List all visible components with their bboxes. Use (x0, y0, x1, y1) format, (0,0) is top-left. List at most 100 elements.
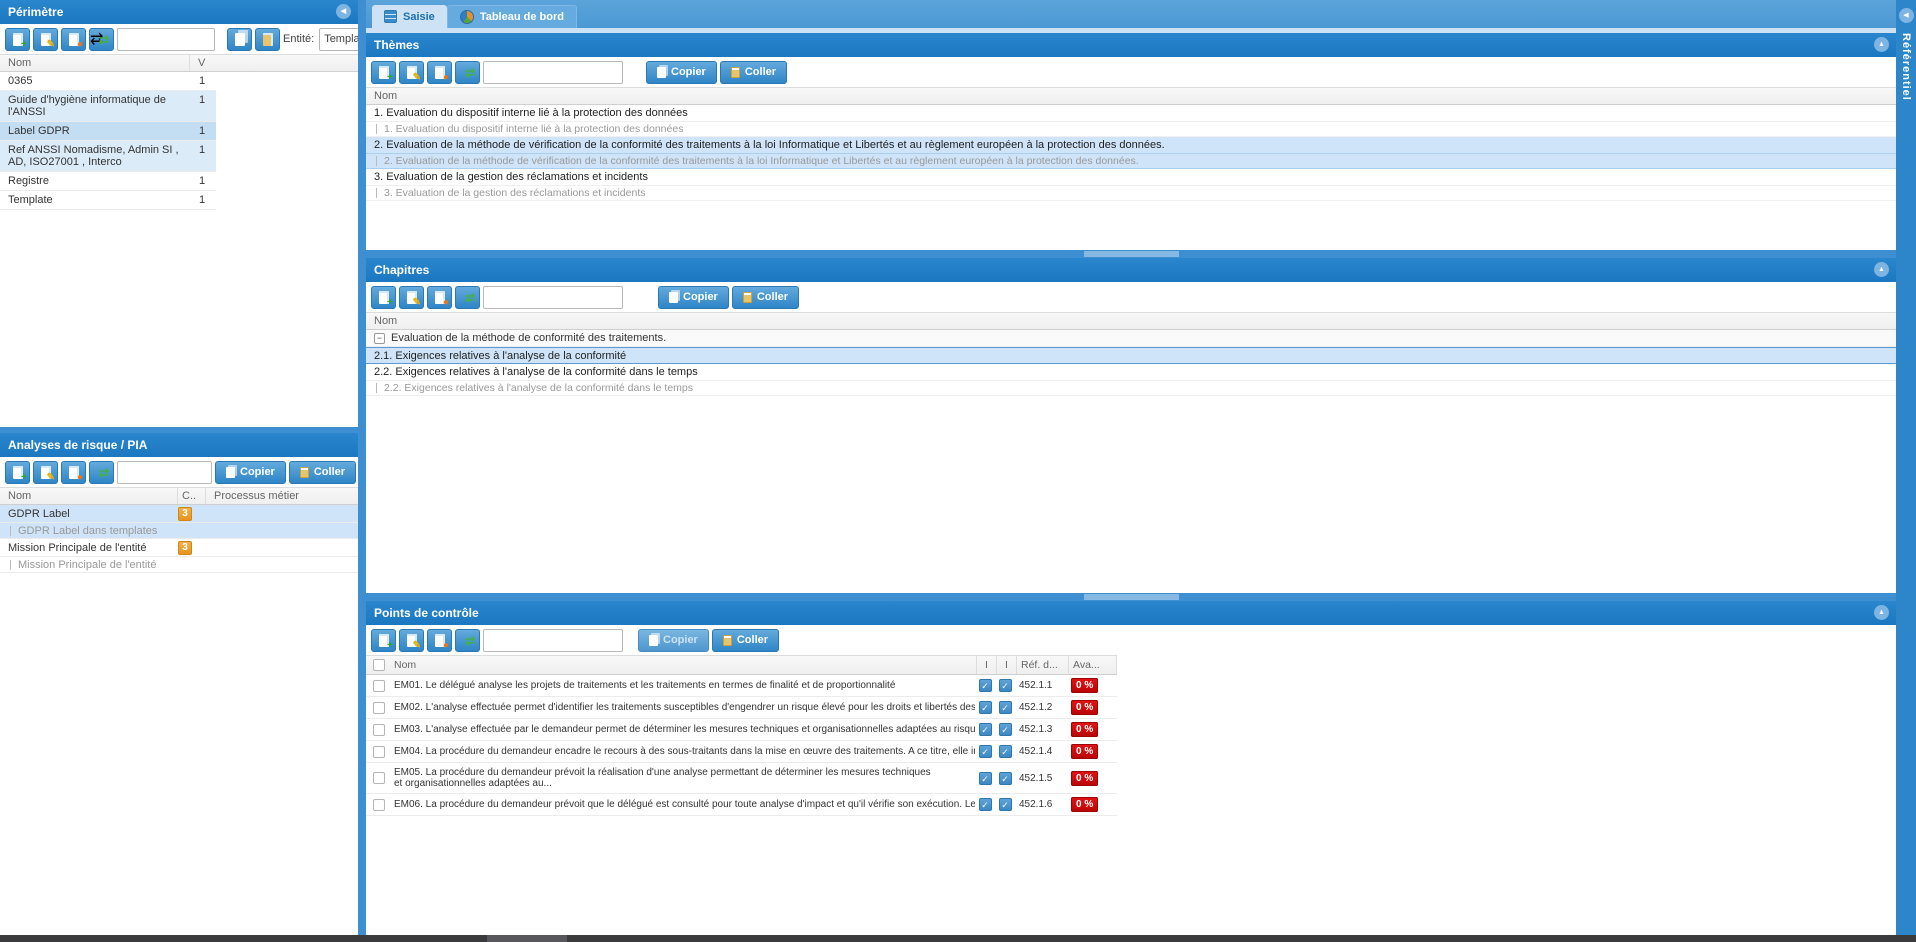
refresh-icon[interactable] (89, 461, 114, 484)
checked-checkbox-icon[interactable] (979, 745, 992, 758)
coller-button[interactable]: Coller (720, 61, 787, 84)
collapse-panel-icon[interactable] (1874, 605, 1889, 620)
checked-checkbox-icon[interactable] (979, 798, 992, 811)
table-row[interactable]: EM01. Le délégué analyse les projets de … (366, 675, 1117, 697)
horizontal-splitter[interactable] (366, 250, 1896, 258)
edit-icon[interactable]: ✎ (399, 629, 424, 652)
delete-icon[interactable]: ● (61, 461, 86, 484)
table-row[interactable]: EM05. La procédure du demandeur prévoit … (366, 763, 1117, 794)
table-row-selected[interactable]: GDPR Label 3 (0, 505, 358, 523)
scrollbar-thumb[interactable] (487, 935, 567, 942)
collapse-panel-icon[interactable] (1874, 37, 1889, 52)
list-item-selected[interactable]: 2.1. Exigences relatives à l'analyse de … (366, 347, 1896, 364)
list-item[interactable]: 2.2. Exigences relatives à l'analyse de … (366, 364, 1896, 381)
edit-icon[interactable]: ✎ (399, 286, 424, 309)
row-checkbox[interactable] (373, 746, 385, 758)
table-subrow[interactable]: GDPR Label dans templates (0, 523, 358, 539)
coller-button[interactable]: Coller (732, 286, 799, 309)
copier-button[interactable]: Copier (658, 286, 729, 309)
checked-checkbox-icon[interactable] (999, 745, 1012, 758)
entity-select[interactable]: Template RGPD (319, 28, 358, 51)
list-item[interactable]: 1. Evaluation du dispositif interne lié … (366, 105, 1896, 122)
add-icon[interactable]: + (5, 461, 30, 484)
vertical-splitter[interactable] (358, 0, 366, 935)
refresh-icon[interactable] (455, 629, 480, 652)
group-row[interactable]: − Evaluation de la méthode de conformité… (366, 330, 1896, 347)
refresh-icon[interactable] (455, 61, 480, 84)
copier-button[interactable]: Copier (646, 61, 717, 84)
table-row[interactable]: Guide d'hygiène informatique de l'ANSSI1 (0, 91, 216, 122)
copier-button[interactable]: Copier (215, 461, 286, 484)
collapse-group-icon[interactable]: − (374, 333, 385, 344)
delete-icon[interactable]: ● (427, 629, 452, 652)
column-header-nom[interactable]: Nom (366, 315, 397, 327)
checked-checkbox-icon[interactable] (979, 701, 992, 714)
column-header-v[interactable]: V (190, 57, 205, 69)
refresh-icon[interactable] (455, 286, 480, 309)
column-header-i1[interactable]: I (977, 656, 997, 674)
edit-icon[interactable]: ✎ (33, 461, 58, 484)
table-row[interactable]: Registre1 (0, 172, 216, 191)
horizontal-scrollbar[interactable] (0, 935, 1916, 942)
splitter-handle[interactable] (1084, 251, 1179, 257)
row-checkbox[interactable] (373, 724, 385, 736)
referentiel-collapsed-panel[interactable]: Référentiel (1896, 0, 1916, 935)
list-subitem-selected[interactable]: 2. Evaluation de la méthode de vérificat… (366, 154, 1896, 169)
column-header-nom[interactable]: Nom (0, 488, 178, 504)
column-header-avancement[interactable]: Ava... (1069, 656, 1117, 674)
add-icon[interactable]: + (5, 28, 30, 51)
checked-checkbox-icon[interactable] (979, 772, 992, 785)
tab-saisie[interactable]: Saisie (372, 5, 447, 28)
list-item[interactable]: 3. Evaluation de la gestion des réclamat… (366, 169, 1896, 186)
perimetre-filter-input[interactable] (117, 28, 215, 51)
chapitres-filter-input[interactable] (483, 286, 623, 309)
coller-button[interactable]: Coller (289, 461, 356, 484)
edit-icon[interactable]: ✎ (399, 61, 424, 84)
paste-icon[interactable] (255, 28, 280, 51)
table-row[interactable]: EM03. L'analyse effectuée par le demande… (366, 719, 1117, 741)
row-checkbox[interactable] (373, 680, 385, 692)
splitter-handle[interactable] (1084, 594, 1179, 600)
points-filter-input[interactable] (483, 629, 623, 652)
delete-icon[interactable]: ● (427, 61, 452, 84)
column-header-c[interactable]: C.. (178, 488, 206, 504)
row-checkbox[interactable] (373, 799, 385, 811)
coller-button[interactable]: Coller (712, 629, 779, 652)
delete-icon[interactable]: ● (61, 28, 86, 51)
table-row[interactable]: 03651 (0, 72, 216, 91)
add-icon[interactable]: + (371, 286, 396, 309)
themes-filter-input[interactable] (483, 61, 623, 84)
column-header-processus[interactable]: Processus métier (206, 490, 299, 502)
tab-tableau-de-bord[interactable]: Tableau de bord (447, 5, 577, 28)
checked-checkbox-icon[interactable] (999, 798, 1012, 811)
collapse-left-panel-icon[interactable] (336, 4, 351, 19)
column-header-i2[interactable]: I (997, 656, 1017, 674)
table-row-selected[interactable]: Label GDPR1 (0, 122, 216, 141)
copy-icon[interactable] (227, 28, 252, 51)
table-row[interactable]: EM06. La procédure du demandeur prévoit … (366, 794, 1117, 816)
copier-button-disabled[interactable]: Copier (638, 629, 709, 652)
list-subitem[interactable]: 1. Evaluation du dispositif interne lié … (366, 122, 1896, 137)
expand-referentiel-icon[interactable] (1899, 8, 1914, 23)
collapse-panel-icon[interactable] (1874, 262, 1889, 277)
edit-icon[interactable]: ✎ (33, 28, 58, 51)
checked-checkbox-icon[interactable] (999, 701, 1012, 714)
checked-checkbox-icon[interactable] (979, 723, 992, 736)
add-icon[interactable]: + (371, 629, 396, 652)
refresh-icon[interactable] (89, 28, 114, 51)
column-header-ref[interactable]: Réf. d... (1017, 656, 1069, 674)
add-icon[interactable]: + (371, 61, 396, 84)
horizontal-splitter[interactable] (366, 593, 1896, 601)
list-item-selected[interactable]: 2. Evaluation de la méthode de vérificat… (366, 137, 1896, 154)
row-checkbox[interactable] (373, 772, 385, 784)
checked-checkbox-icon[interactable] (999, 679, 1012, 692)
table-row[interactable]: Template1 (0, 191, 216, 210)
table-row[interactable]: Ref ANSSI Nomadisme, Admin SI , AD, ISO2… (0, 141, 216, 172)
table-row[interactable]: EM04. La procédure du demandeur encadre … (366, 741, 1117, 763)
column-header-nom[interactable]: Nom (0, 55, 190, 71)
list-subitem[interactable]: 3. Evaluation de la gestion des réclamat… (366, 186, 1896, 201)
column-header-nom[interactable]: Nom (366, 90, 397, 102)
row-checkbox[interactable] (373, 702, 385, 714)
select-all-checkbox[interactable] (373, 659, 385, 671)
column-header-nom[interactable]: Nom (392, 656, 977, 674)
